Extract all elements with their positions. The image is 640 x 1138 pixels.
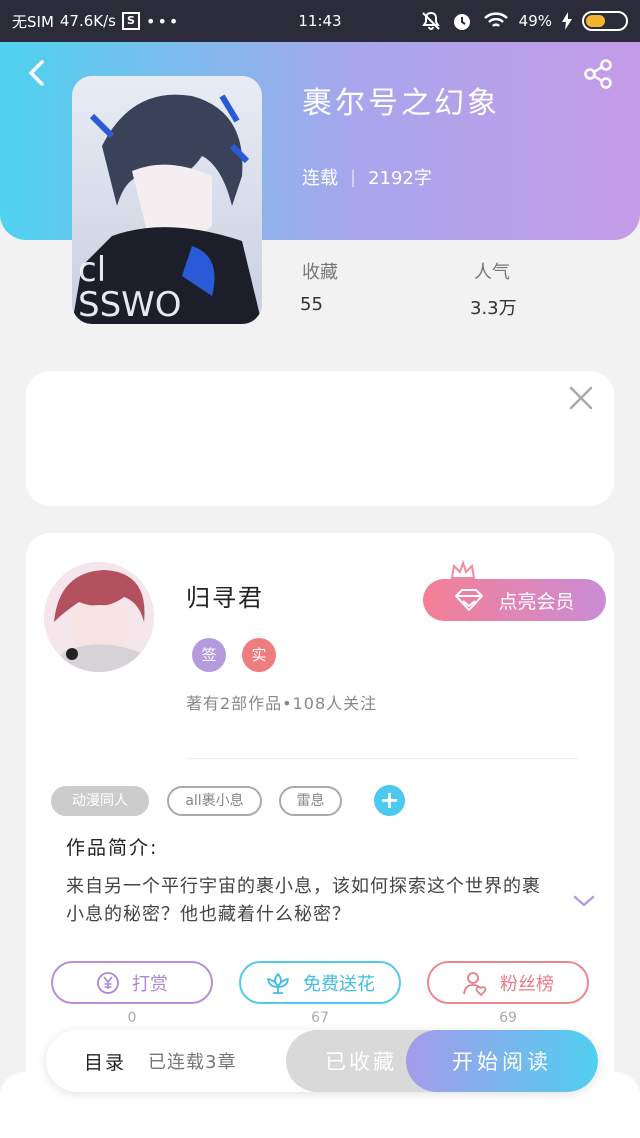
signed-badge: 签 <box>192 638 226 672</box>
fan-count: 69 <box>499 1010 517 1026</box>
charging-icon <box>562 12 572 30</box>
intro-title: 作品简介: <box>66 837 159 859</box>
send-flower-label: 免费送花 <box>303 973 375 995</box>
tag-character[interactable]: all裹小息 <box>167 786 262 816</box>
tip-button[interactable]: 打赏 <box>51 961 213 1004</box>
author-avatar[interactable] <box>44 562 154 672</box>
popularity-value: 3.3万 <box>470 298 517 319</box>
tip-label: 打赏 <box>132 973 168 995</box>
favorites-value: 55 <box>300 294 323 315</box>
fan-ranking-label: 粉丝榜 <box>500 973 554 995</box>
tag-genre[interactable]: 动漫同人 <box>51 786 149 816</box>
word-count: 2192字 <box>368 168 432 189</box>
network-speed: 47.6K/s <box>59 12 116 30</box>
alarm-icon <box>453 14 470 30</box>
svg-text:SSWO: SSWO <box>78 285 182 324</box>
wifi-icon <box>483 12 508 27</box>
svg-text:cl: cl <box>78 250 106 290</box>
battery-percent: 49% <box>518 12 552 30</box>
carrier-text: 无SIM <box>12 12 54 31</box>
book-status: 连载 <box>302 168 338 189</box>
app-notification-icon: S <box>122 12 140 30</box>
mute-icon <box>421 11 440 30</box>
book-title: 裹尔号之幻象 <box>302 86 500 121</box>
ad-banner <box>26 371 614 506</box>
verified-badge: 实 <box>242 638 276 672</box>
start-reading-button[interactable]: 开始阅读 <box>406 1030 598 1092</box>
book-meta: 连载 | 2192字 <box>302 164 432 190</box>
fan-ranking-button[interactable]: 粉丝榜 <box>427 961 589 1004</box>
yen-circle-icon <box>97 971 119 994</box>
tip-count: 0 <box>127 1010 137 1026</box>
chapter-count[interactable]: 已连载3章 <box>148 1048 236 1074</box>
divider <box>186 758 578 759</box>
battery-icon <box>582 11 628 31</box>
vip-button-label: 点亮会员 <box>498 590 575 613</box>
send-flower-button[interactable]: 免费送花 <box>239 961 401 1004</box>
back-arrow-icon[interactable] <box>24 60 50 86</box>
tag-warning[interactable]: 雷息 <box>279 786 342 816</box>
vip-button[interactable]: 点亮会员 <box>423 579 606 621</box>
add-tag-button[interactable]: + <box>374 785 405 816</box>
fan-user-icon <box>463 971 487 996</box>
popularity-label: 人气 <box>474 262 510 283</box>
bottom-action-bar: 目录 已连载3章 已收藏 开始阅读 <box>46 1030 598 1092</box>
diamond-icon <box>455 589 484 611</box>
status-bar: 无SIM 47.6K/s S ••• 11:43 49% <box>0 0 640 42</box>
flower-icon <box>267 972 289 994</box>
chevron-down-icon[interactable] <box>572 892 596 910</box>
table-of-contents-link[interactable]: 目录 <box>84 1048 126 1075</box>
intro-text: 来自另一个平行宇宙的裹小息，该如何探索这个世界的裹小息的秘密？他也藏着什么秘密？ <box>66 876 541 925</box>
author-info: 著有2部作品•108人关注 <box>186 694 378 713</box>
favorites-label: 收藏 <box>302 262 338 283</box>
meta-separator: | <box>350 166 357 188</box>
book-cover-image[interactable]: cl SSWO <box>72 76 262 324</box>
author-name[interactable]: 归寻君 <box>186 578 264 613</box>
close-icon[interactable] <box>568 385 594 411</box>
flower-count: 67 <box>311 1010 329 1026</box>
more-notifications-icon: ••• <box>146 11 181 31</box>
share-icon[interactable] <box>582 58 614 90</box>
